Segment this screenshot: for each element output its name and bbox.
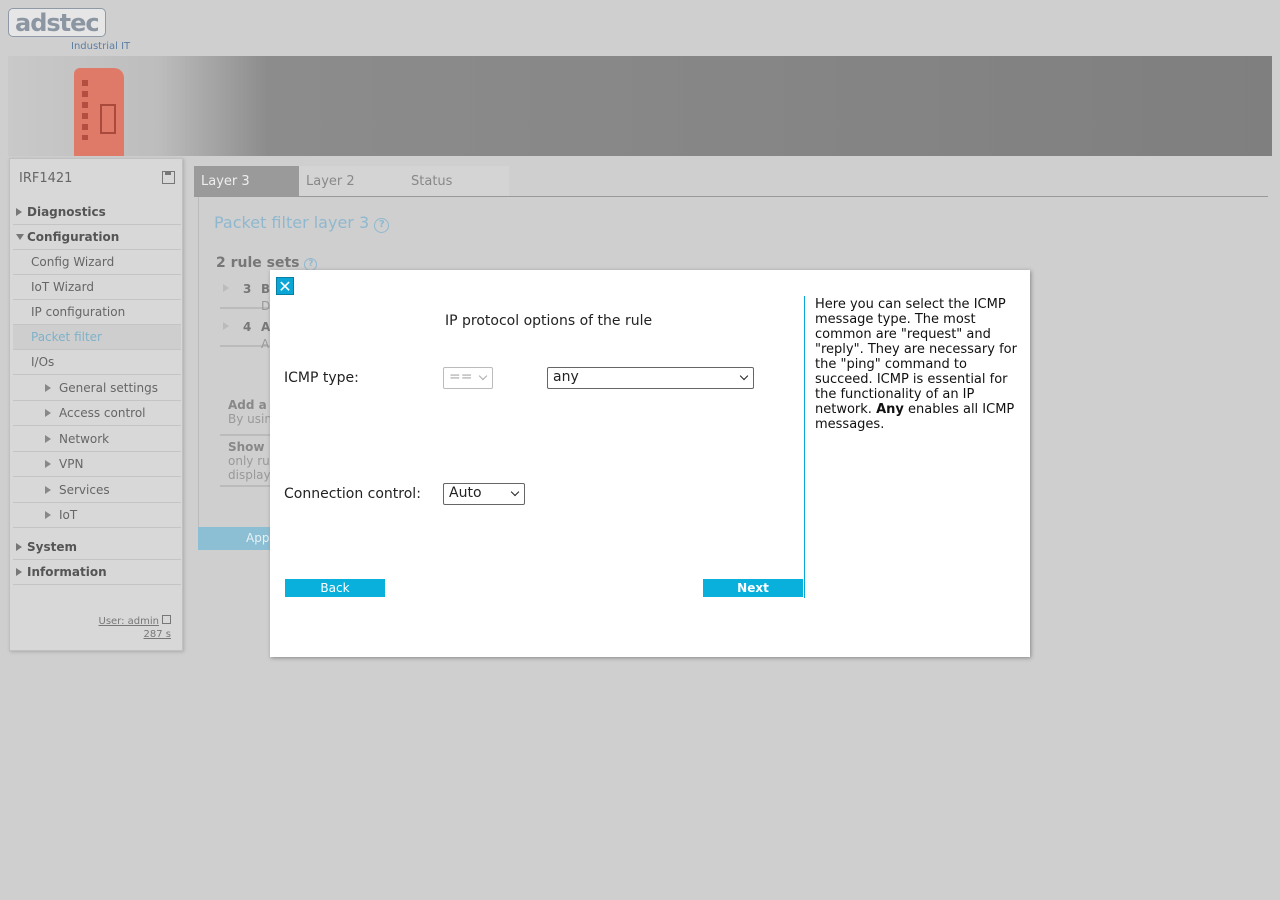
user-link[interactable]: User: admin (98, 615, 171, 627)
help-panel: Here you can select the ICMP message typ… (815, 297, 1025, 432)
connection-control-label: Connection control: (284, 486, 421, 502)
expand-icon (16, 208, 22, 216)
sidebar-item-packet-filter[interactable]: Packet filter (13, 325, 181, 350)
expand-icon (16, 568, 22, 576)
chevron-down-icon (478, 371, 488, 381)
logout-icon[interactable] (162, 615, 171, 624)
sidebar-item-general-settings[interactable]: General settings (13, 376, 181, 401)
chevron-down-icon (739, 371, 749, 381)
tab-layer-2[interactable]: Layer 2 (299, 166, 404, 197)
tab-status[interactable]: Status (404, 166, 509, 197)
sidebar-item-services[interactable]: Services (13, 478, 181, 503)
logo-text: adstec (15, 9, 100, 37)
sidebar-item-system[interactable]: System (13, 535, 181, 560)
add-rule-title: Add a (228, 398, 267, 412)
icmp-type-label: ICMP type: (284, 370, 359, 386)
chevron-down-icon (510, 487, 520, 497)
rule-sets-text: 2 rule sets (216, 255, 300, 271)
rule-description: A (261, 337, 270, 351)
expand-icon (223, 322, 229, 330)
next-button[interactable]: Next (703, 579, 803, 597)
brand-logo: adstec (8, 8, 106, 37)
sidebar-item-diagnostics[interactable]: Diagnostics (13, 200, 181, 225)
sidebar-item-ip-configuration[interactable]: IP configuration (13, 300, 181, 325)
expand-icon (45, 486, 51, 494)
expand-icon (45, 435, 51, 443)
collapse-icon (16, 234, 24, 240)
icmp-type-select[interactable]: any (547, 367, 754, 389)
session-timer: 287 s (143, 629, 171, 640)
icmp-operator-select: == (443, 367, 493, 389)
close-icon[interactable]: ✕ (276, 277, 294, 295)
sidebar: IRF1421 Diagnostics Configuration Config… (9, 158, 183, 651)
sidebar-item-iot-wizard[interactable]: IoT Wizard (13, 275, 181, 300)
rule-number: 3 (243, 282, 252, 296)
rule-number: 4 (243, 320, 252, 334)
device-image (74, 68, 124, 156)
sidebar-item-configuration[interactable]: Configuration (13, 225, 181, 250)
sidebar-item-vpn[interactable]: VPN (13, 452, 181, 477)
connection-control-select[interactable]: Auto (443, 483, 525, 505)
sidebar-item-ios[interactable]: I/Os (13, 350, 181, 375)
rule-wizard-dialog: ✕ IP protocol options of the rule ICMP t… (270, 270, 1030, 657)
dialog-divider (804, 296, 805, 598)
rule-name: B (261, 282, 271, 296)
connection-control-value: Auto (449, 485, 482, 501)
sidebar-item-label: VPN (59, 457, 84, 471)
sidebar-item-access-control[interactable]: Access control (13, 401, 181, 426)
sidebar-item-label: Services (59, 483, 110, 497)
help-text-bold: Any (876, 402, 904, 417)
expand-icon (45, 384, 51, 392)
sidebar-item-label: Diagnostics (27, 205, 106, 219)
expand-icon (45, 511, 51, 519)
sidebar-item-information[interactable]: Information (13, 560, 181, 585)
sidebar-item-config-wizard[interactable]: Config Wizard (13, 250, 181, 275)
sidebar-item-label: Network (59, 432, 110, 446)
header-banner (8, 56, 1272, 156)
device-name: IRF1421 (19, 171, 73, 186)
tab-layer-3[interactable]: Layer 3 (194, 166, 299, 197)
expand-icon (223, 284, 229, 292)
icmp-type-value: any (553, 369, 579, 385)
user-label: User: admin (98, 616, 160, 627)
page-title: Packet filter layer 3 ? (214, 213, 390, 233)
sidebar-item-label: General settings (59, 381, 158, 395)
rule-sets-heading: 2 rule sets ? (216, 255, 318, 271)
sidebar-item-label: IoT (59, 508, 78, 522)
sidebar-item-label: Access control (59, 406, 146, 420)
page-title-text: Packet filter layer 3 (214, 213, 370, 232)
expand-icon (16, 543, 22, 551)
dialog-title: IP protocol options of the rule (445, 313, 653, 329)
help-icon[interactable]: ? (374, 218, 390, 233)
apply-button[interactable]: Appl (198, 527, 278, 550)
expand-icon (45, 409, 51, 417)
sidebar-item-network[interactable]: Network (13, 427, 181, 452)
save-icon[interactable] (162, 171, 175, 184)
icmp-operator-value: == (449, 369, 473, 385)
logo-subtitle: Industrial IT (71, 41, 131, 52)
rule-name: A (261, 320, 271, 334)
sidebar-item-label: System (27, 540, 77, 554)
show-rules-title: Show (228, 440, 265, 454)
sidebar-item-iot[interactable]: IoT (13, 503, 181, 528)
back-button[interactable]: Back (285, 579, 385, 597)
rule-description: D (261, 299, 271, 313)
sidebar-item-label: Information (27, 565, 107, 579)
sidebar-item-label: Configuration (27, 230, 120, 244)
help-text: Here you can select the ICMP message typ… (815, 297, 1017, 417)
expand-icon (45, 460, 51, 468)
